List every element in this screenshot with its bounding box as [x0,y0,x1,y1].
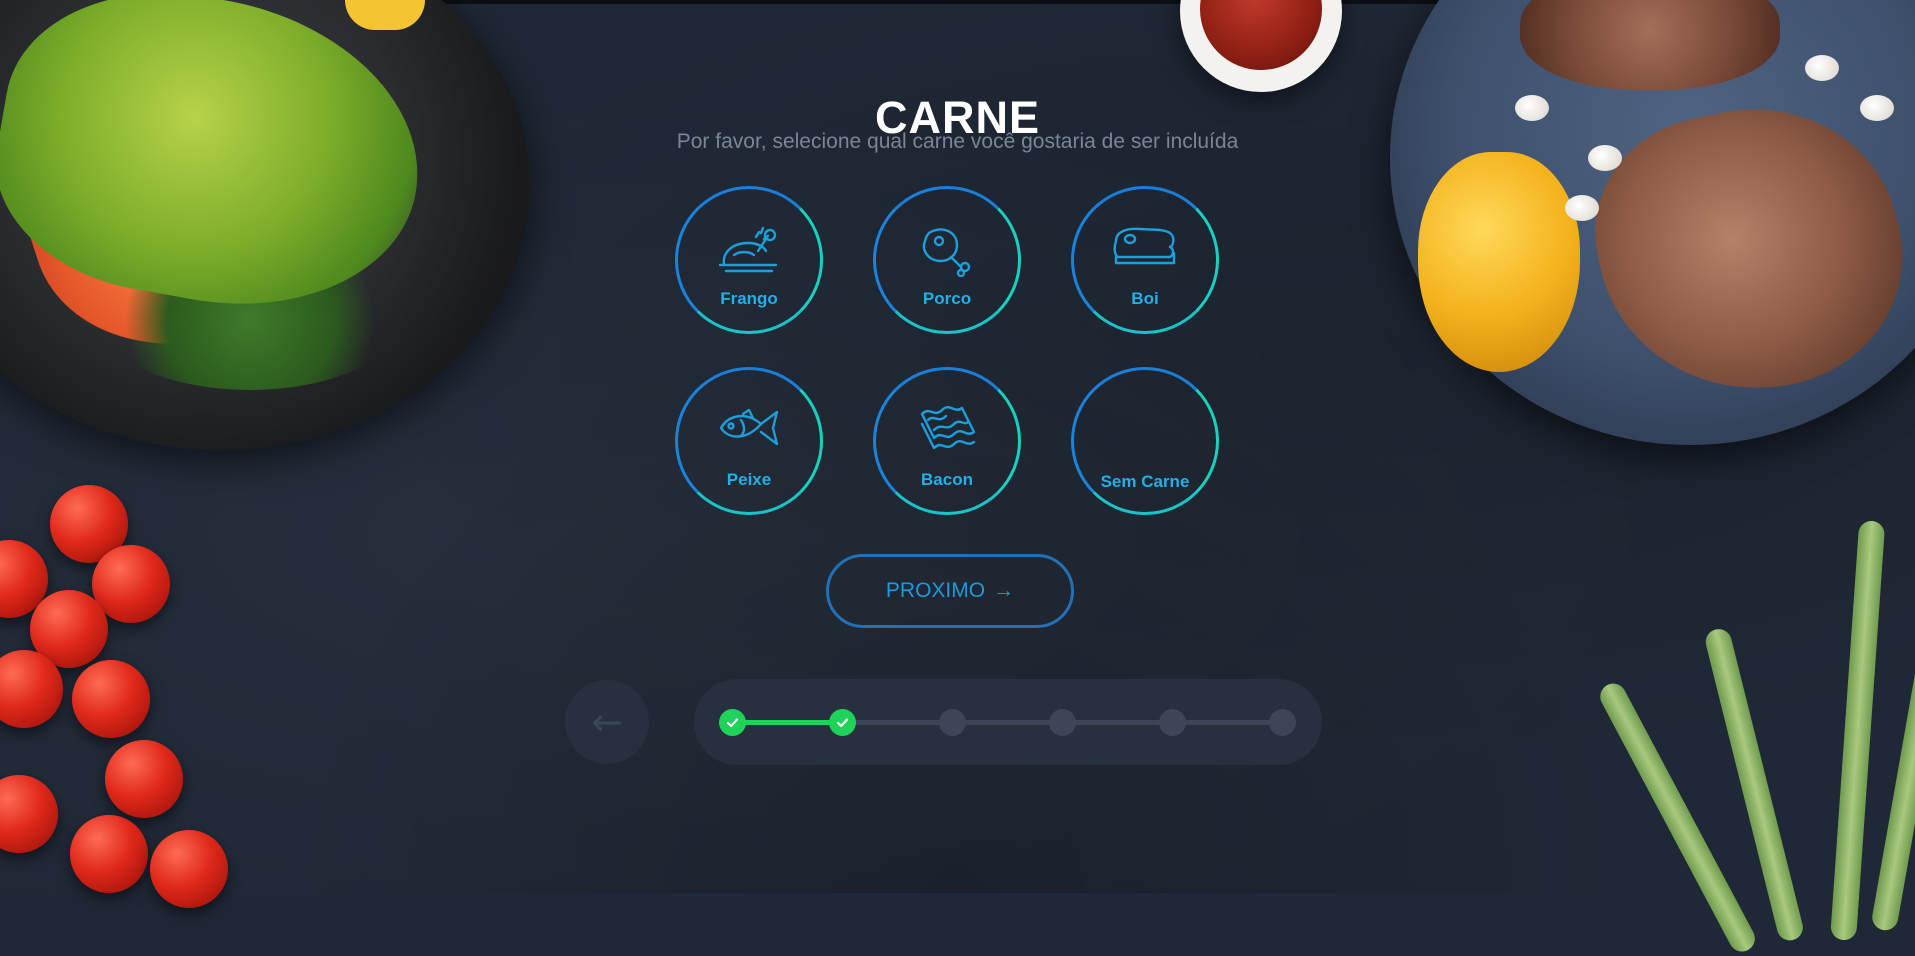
next-button[interactable]: PROXIMO → [826,554,1074,628]
option-bacon[interactable]: Bacon [873,367,1021,515]
garlic-clove [1565,195,1599,221]
option-peixe[interactable]: Peixe [675,367,823,515]
next-button-label: PROXIMO [885,579,986,602]
option-label: Boi [1131,289,1159,308]
progress-step-completed [718,709,746,736]
steak-icon [1074,225,1216,269]
tomato [72,660,150,738]
tomato [150,830,228,908]
progress-step-pending [1048,709,1076,736]
tomato [105,740,183,818]
bacon-icon [876,400,1018,458]
option-label: Bacon [921,470,973,489]
progress-step-pending [1268,709,1296,736]
garlic-clove [1805,55,1839,81]
check-icon [726,718,738,728]
option-label: Peixe [726,470,772,489]
check-icon [836,718,848,728]
chicken-icon [678,225,820,275]
progress-step-completed [828,709,856,736]
option-frango[interactable]: Frango [675,186,823,334]
progress-stepper [694,679,1322,765]
ham-icon [876,225,1018,277]
progress-step-pending [1158,709,1186,736]
yellow-pepper [1418,152,1580,372]
option-sem-carne[interactable]: Sem Carne [1071,367,1219,515]
option-porco[interactable]: Porco [873,186,1021,334]
option-boi[interactable]: Boi [1071,186,1219,334]
option-label: Frango [720,289,778,308]
page-subtitle: Por favor, selecione qual carne você gos… [676,130,1239,153]
progress-fill [732,720,842,725]
option-label: Porco [922,289,972,308]
back-button[interactable]: ← [565,680,649,764]
arrow-right-icon: → [993,579,1015,602]
fish-icon [678,406,820,450]
progress-step-pending [938,709,966,736]
arrow-left-icon: ← [591,700,623,744]
option-label: Sem Carne [1100,472,1190,491]
tomato [70,815,148,893]
